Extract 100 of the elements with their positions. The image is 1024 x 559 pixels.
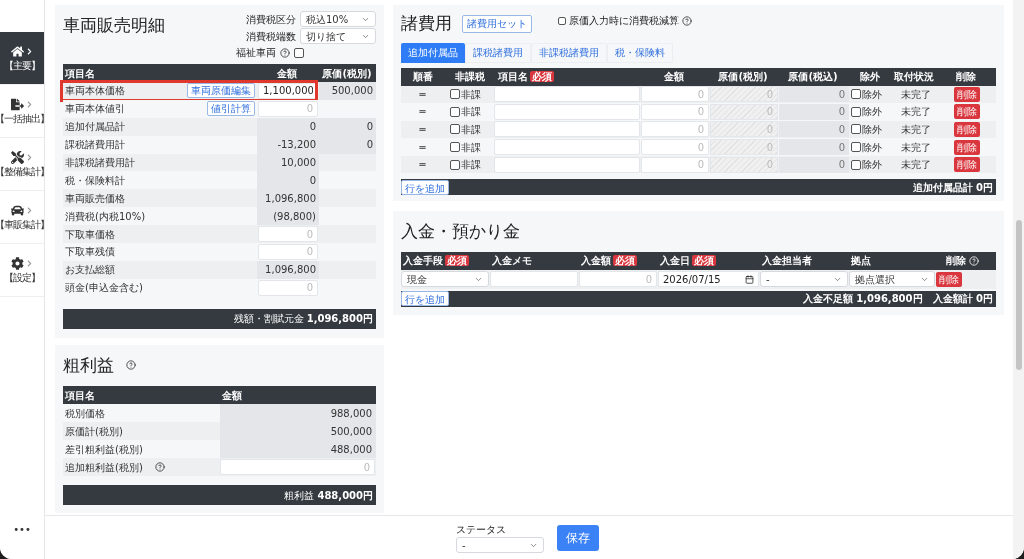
- drag-handle[interactable]: ═: [401, 86, 444, 102]
- table-cell-text: 未完了: [900, 87, 932, 102]
- help-icon[interactable]: [126, 360, 136, 371]
- input-field[interactable]: 0: [258, 100, 318, 117]
- table-cell-text: 差引粗利益(税別): [65, 442, 143, 457]
- sidebar-item[interactable]: 【主要】: [0, 32, 44, 85]
- select-field[interactable]: 現金: [401, 271, 489, 288]
- input-field: 0: [779, 139, 849, 156]
- drag-handle[interactable]: ═: [401, 122, 444, 137]
- input-field[interactable]: 0: [220, 459, 375, 476]
- input-field[interactable]: 0: [579, 271, 657, 288]
- select-field[interactable]: -: [760, 271, 848, 288]
- action-button[interactable]: 車両原価編集: [187, 83, 255, 99]
- input-field[interactable]: 0: [641, 156, 709, 173]
- input-field[interactable]: [494, 121, 640, 138]
- input-field[interactable]: 0: [258, 226, 318, 243]
- column-header: 削除: [946, 254, 966, 269]
- add-row-button[interactable]: 行を追加: [401, 179, 449, 195]
- checkbox[interactable]: [851, 124, 861, 135]
- delete-button[interactable]: 削除: [954, 104, 980, 120]
- column-header: 除外: [860, 71, 880, 82]
- table-cell-text: 未完了: [900, 123, 932, 137]
- input-field[interactable]: 0: [258, 279, 318, 296]
- checkbox[interactable]: [450, 89, 460, 100]
- scrollbar[interactable]: [1013, 0, 1024, 559]
- delete-button[interactable]: 削除: [936, 271, 962, 287]
- help-icon[interactable]: [154, 462, 165, 473]
- checkbox[interactable]: [450, 142, 460, 153]
- input-field[interactable]: [494, 86, 640, 103]
- input-field[interactable]: 0: [641, 86, 709, 103]
- chevron-right-icon: [26, 207, 33, 214]
- checkbox[interactable]: [294, 47, 304, 58]
- status-select[interactable]: -: [456, 537, 544, 553]
- panel-title: 入金・預かり金: [401, 220, 521, 244]
- calendar-icon: [745, 274, 754, 284]
- checkbox[interactable]: [558, 16, 566, 25]
- add-row-button[interactable]: 行を追加: [401, 291, 449, 307]
- column-header: 入金額: [581, 255, 611, 267]
- action-button[interactable]: 値引計算: [207, 101, 255, 117]
- help-icon[interactable]: [280, 47, 290, 58]
- input-field[interactable]: [490, 271, 578, 288]
- help-icon[interactable]: [682, 15, 692, 26]
- tab[interactable]: 追加付属品: [401, 42, 465, 63]
- total-text: 入金額計 0円: [932, 292, 993, 307]
- checkbox[interactable]: [851, 89, 861, 100]
- settings-icon: [11, 257, 24, 270]
- more-menu[interactable]: •••: [0, 522, 44, 537]
- tab[interactable]: 課税諸費用: [465, 42, 531, 63]
- checkbox[interactable]: [450, 106, 460, 117]
- tab[interactable]: 税・保険料: [607, 42, 673, 63]
- table-cell-text: 頭金(申込金含む): [64, 281, 144, 296]
- input-field[interactable]: [494, 103, 640, 120]
- delete-button[interactable]: 削除: [954, 86, 980, 102]
- column-header: 入金手段: [403, 255, 443, 267]
- input-field: 0: [779, 86, 849, 103]
- delete-button[interactable]: 削除: [954, 157, 980, 173]
- checkbox[interactable]: [450, 124, 460, 135]
- input-field[interactable]: [494, 156, 640, 173]
- chevron-right-icon: [26, 260, 33, 267]
- preset-button[interactable]: 諸費用セット: [462, 14, 532, 33]
- table-cell: 488,000: [220, 440, 376, 459]
- input-field[interactable]: [494, 139, 640, 156]
- chevron-right-icon: [26, 154, 33, 161]
- total-text: 残額・割賦元金 1,096,800円: [233, 312, 373, 327]
- checkbox[interactable]: [450, 159, 460, 170]
- drag-handle[interactable]: ═: [401, 139, 444, 155]
- required-badge: 必須: [613, 255, 637, 267]
- checkbox[interactable]: [851, 142, 861, 153]
- input-field: 0: [779, 121, 849, 138]
- checkbox[interactable]: [851, 159, 861, 170]
- drag-handle[interactable]: ═: [401, 157, 444, 173]
- select-field[interactable]: 税込10%: [300, 11, 376, 27]
- input-field[interactable]: 0: [641, 121, 709, 138]
- column-header: 削除: [956, 71, 976, 82]
- tools-icon: [11, 151, 24, 164]
- select-field[interactable]: 切り捨て: [300, 28, 376, 44]
- checkbox-label: 非課: [461, 140, 481, 155]
- checkbox-label: 非課: [461, 158, 481, 173]
- table-cell: 500,000: [220, 422, 376, 441]
- delete-button[interactable]: 削除: [954, 139, 980, 155]
- column-header: 原価(税込): [788, 71, 838, 82]
- table-cell-text: 下取車価格: [64, 227, 116, 242]
- input-field[interactable]: 0: [641, 139, 709, 156]
- required-badge: 必須: [530, 71, 554, 82]
- input-field[interactable]: 0: [258, 243, 318, 260]
- column-header: 項目名: [498, 71, 528, 82]
- select-field[interactable]: 拠点選択: [849, 271, 935, 288]
- save-button[interactable]: 保存: [557, 524, 599, 551]
- table-cell-text: 非課税諸費用計: [64, 156, 136, 170]
- required-badge: 必須: [692, 255, 716, 267]
- checkbox-label: 除外: [862, 123, 882, 137]
- column-header: 原価(税別): [718, 71, 768, 82]
- tab[interactable]: 非課税諸費用: [531, 42, 607, 63]
- delete-button[interactable]: 削除: [954, 122, 980, 137]
- drag-handle[interactable]: ═: [401, 104, 444, 120]
- input-field[interactable]: 0: [641, 103, 709, 120]
- panel-title: 粗利益: [63, 353, 114, 377]
- field-label: 消費税端数: [246, 29, 296, 44]
- checkbox[interactable]: [851, 106, 861, 117]
- date-field[interactable]: 2026/07/15: [658, 271, 759, 288]
